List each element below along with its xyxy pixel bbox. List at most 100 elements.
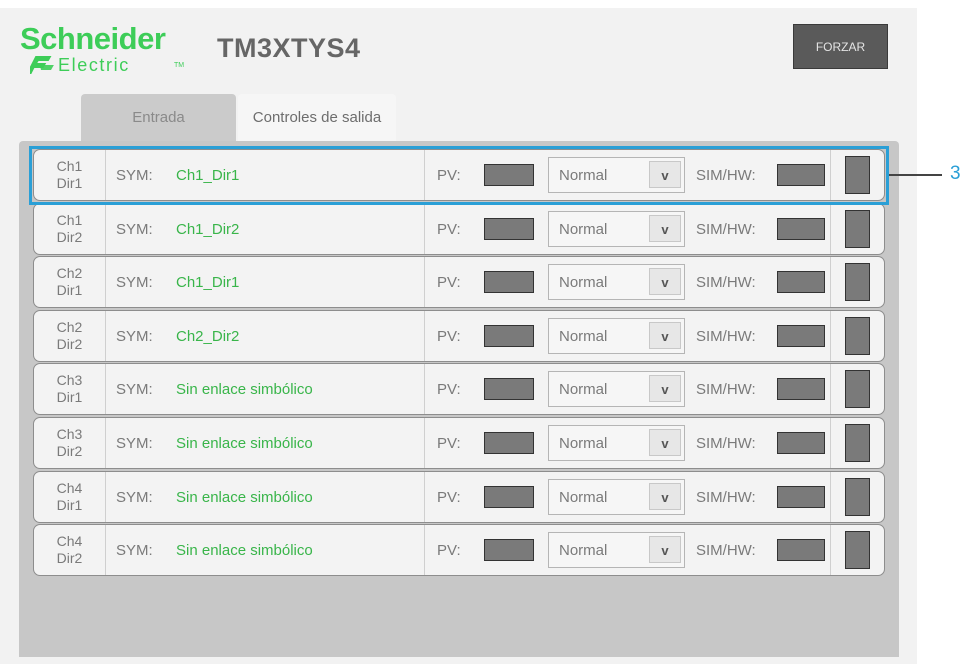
channel-row: Ch3 Dir2 SYM: Sin enlace simbólico PV: N… (33, 417, 885, 469)
simhw-label: SIM/HW: (696, 435, 756, 452)
simhw-indicator (777, 378, 825, 401)
chevron-down-icon[interactable]: v (649, 482, 681, 510)
channel-label: Ch3 Dir1 (56, 372, 83, 406)
mode-select[interactable]: Normal v (548, 532, 685, 569)
tab-controles-de-salida[interactable]: Controles de salida (238, 94, 396, 141)
sym-label: SYM: (116, 488, 153, 506)
force-toggle[interactable] (845, 370, 870, 409)
row-divider (105, 418, 106, 468)
pv-label: PV: (437, 274, 461, 292)
simhw-indicator (777, 271, 825, 294)
pv-indicator (484, 485, 534, 508)
row-divider (830, 310, 831, 361)
logo-wordmark-bottom: Electric (58, 55, 130, 75)
row-divider (424, 471, 425, 522)
pv-label: PV: (437, 381, 461, 399)
force-toggle[interactable] (845, 316, 870, 355)
force-toggle[interactable] (845, 531, 870, 570)
simhw-indicator (777, 324, 825, 347)
mode-select[interactable]: Normal v (548, 210, 685, 247)
sym-label: SYM: (116, 274, 153, 292)
callout-leader-line (889, 174, 942, 176)
channel-label: Ch2 Dir2 (56, 318, 83, 352)
row-divider (105, 257, 106, 308)
chevron-down-icon[interactable]: v (649, 429, 681, 456)
row-divider (830, 203, 831, 254)
simhw-label: SIM/HW: (696, 327, 756, 345)
chevron-down-icon[interactable]: v (649, 321, 681, 349)
row-divider (424, 257, 425, 308)
row-divider (105, 471, 106, 522)
chevron-down-icon[interactable]: v (649, 375, 681, 403)
channel-label: Ch4 Dir1 (56, 479, 83, 513)
simhw-label: SIM/HW: (696, 542, 756, 560)
mode-select-value: Normal (559, 274, 608, 292)
chevron-down-icon[interactable]: v (649, 214, 681, 242)
pv-label: PV: (437, 435, 461, 452)
mode-select-value: Normal (559, 381, 608, 399)
row-divider (105, 364, 106, 415)
sym-label: SYM: (116, 381, 153, 399)
channel-row: Ch2 Dir2 SYM: Ch2_Dir2 PV: Normal v SIM/… (33, 309, 885, 362)
force-button[interactable]: FORZAR (793, 24, 888, 69)
callout-highlight (29, 146, 889, 205)
channel-label: Ch2 Dir1 (56, 265, 83, 299)
simhw-label: SIM/HW: (696, 274, 756, 292)
symbol-value: Ch1_Dir2 (176, 220, 240, 238)
simhw-indicator (777, 539, 825, 562)
channel-label: Ch3 Dir2 (56, 426, 83, 459)
schneider-life-is-on-icon (30, 56, 54, 74)
pv-label: PV: (437, 542, 461, 560)
channel-row: Ch4 Dir1 SYM: Sin enlace simbólico PV: N… (33, 470, 885, 523)
device-title: TM3XTYS4 (217, 33, 361, 63)
row-divider (424, 310, 425, 361)
row-divider (830, 525, 831, 576)
tab-entrada[interactable]: Entrada (81, 94, 236, 141)
simhw-label: SIM/HW: (696, 488, 756, 506)
row-divider (830, 471, 831, 522)
row-divider (830, 418, 831, 468)
row-divider (424, 418, 425, 468)
force-toggle[interactable] (845, 477, 870, 516)
chevron-down-icon[interactable]: v (649, 268, 681, 296)
mode-select[interactable]: Normal v (548, 317, 685, 354)
mode-select-value: Normal (559, 435, 608, 452)
chevron-down-icon[interactable]: v (649, 536, 681, 564)
pv-indicator (484, 432, 534, 454)
mode-select[interactable]: Normal v (548, 371, 685, 408)
mode-select[interactable]: Normal v (548, 478, 685, 515)
symbol-value: Sin enlace simbólico (176, 381, 313, 399)
pv-label: PV: (437, 220, 461, 238)
pv-indicator (484, 271, 534, 294)
symbol-value: Ch2_Dir2 (176, 327, 240, 345)
force-toggle[interactable] (845, 209, 870, 248)
simhw-label: SIM/HW: (696, 381, 756, 399)
callout-number: 3 (950, 163, 961, 184)
sym-label: SYM: (116, 542, 153, 560)
pv-indicator (484, 539, 534, 562)
pv-indicator (484, 324, 534, 347)
mode-select[interactable]: Normal v (548, 264, 685, 301)
symbol-value: Ch1_Dir1 (176, 274, 240, 292)
row-divider (830, 257, 831, 308)
channel-row: Ch2 Dir1 SYM: Ch1_Dir1 PV: Normal v SIM/… (33, 256, 885, 309)
mode-select-value: Normal (559, 488, 608, 506)
row-divider (830, 364, 831, 415)
simhw-indicator (777, 485, 825, 508)
row-divider (105, 310, 106, 361)
logo-wordmark-top: Schneider (20, 21, 166, 56)
row-divider (424, 203, 425, 254)
pv-label: PV: (437, 488, 461, 506)
channel-label: Ch1 Dir2 (56, 211, 83, 245)
mode-select[interactable]: Normal v (548, 425, 685, 461)
mode-select-value: Normal (559, 220, 608, 238)
simhw-indicator (777, 432, 825, 454)
mode-select-value: Normal (559, 327, 608, 345)
symbol-value: Sin enlace simbólico (176, 488, 313, 506)
simhw-indicator (777, 217, 825, 240)
sym-label: SYM: (116, 327, 153, 345)
pv-label: PV: (437, 327, 461, 345)
simhw-label: SIM/HW: (696, 220, 756, 238)
force-toggle[interactable] (845, 424, 870, 462)
force-toggle[interactable] (845, 263, 870, 302)
